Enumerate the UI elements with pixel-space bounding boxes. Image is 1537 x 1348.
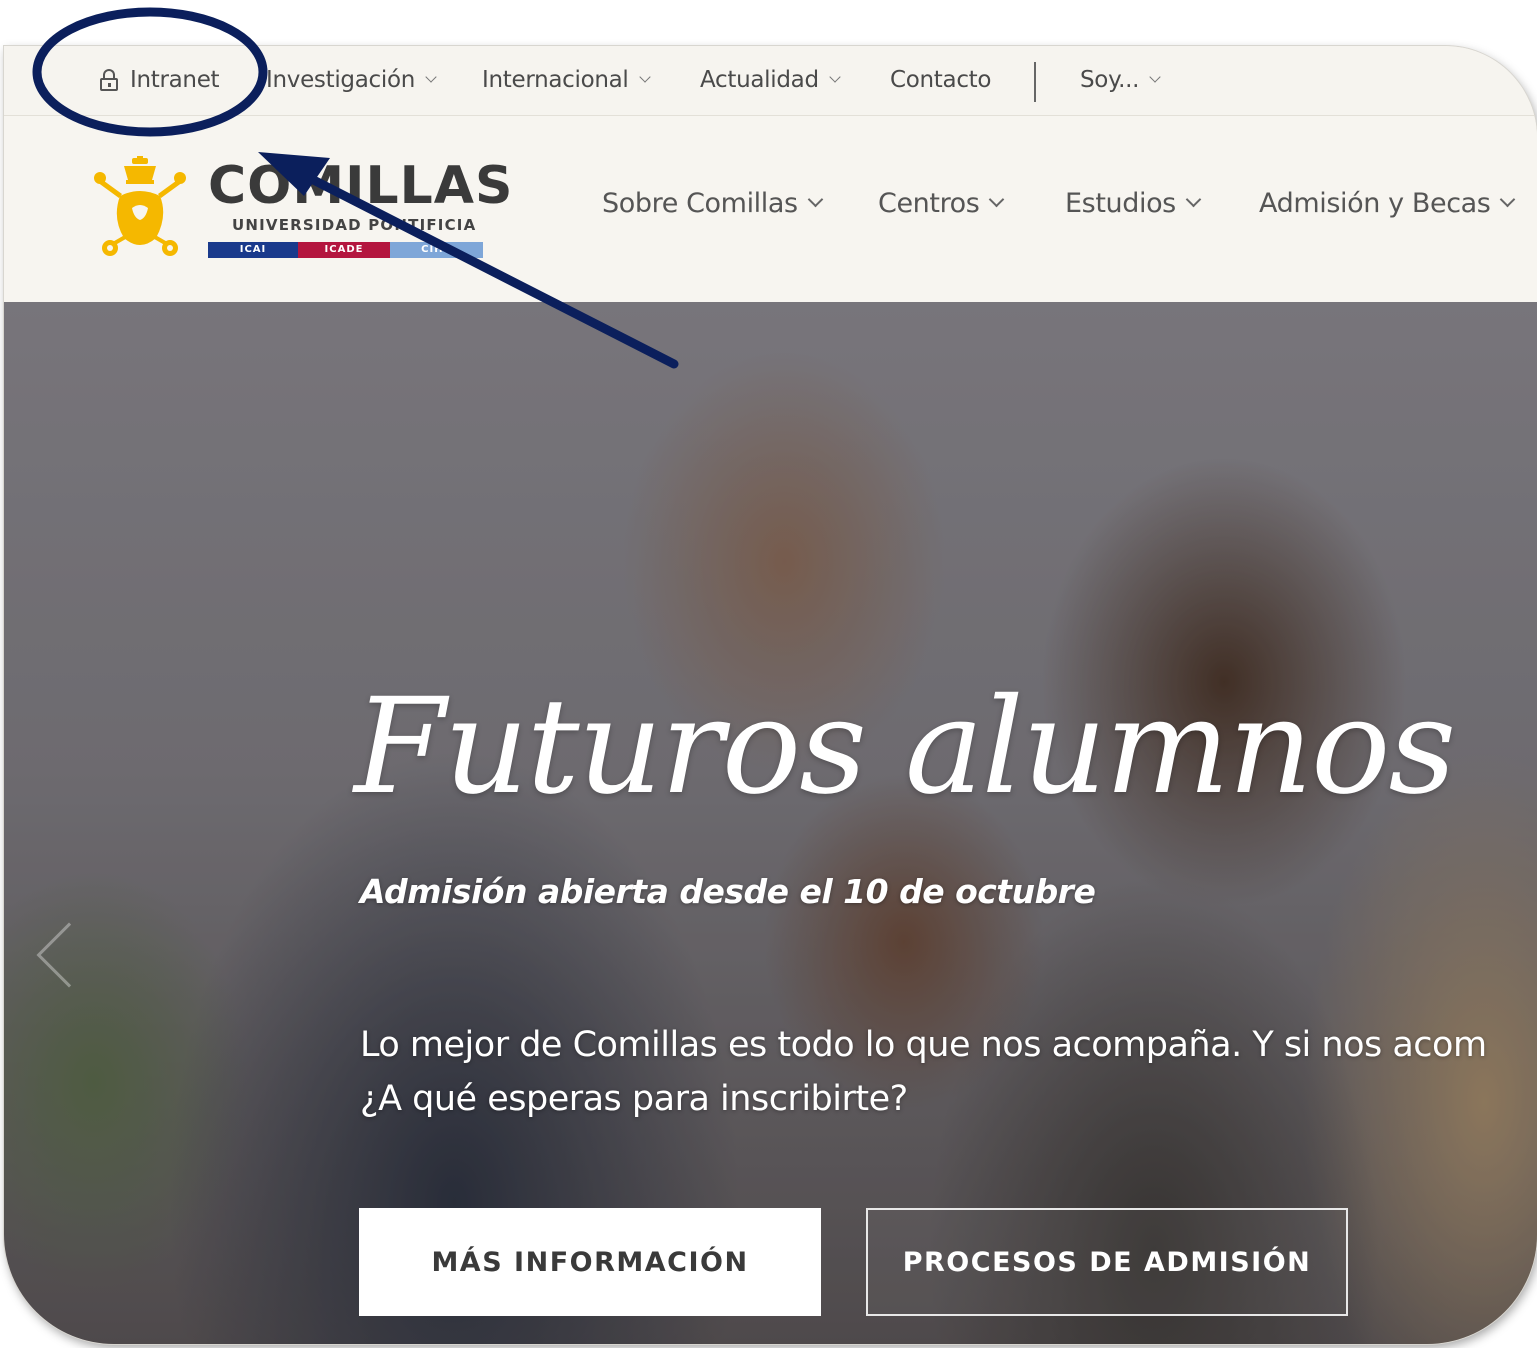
internacional-label: Internacional: [482, 67, 629, 93]
hero-subtitle: Admisión abierta desde el 10 de octubre: [360, 872, 1096, 911]
comillas-logo[interactable]: COMILLAS UNIVERSIDAD PONTIFICIA ICAI ICA…: [90, 156, 512, 266]
hero-title: Futuros alumnos: [354, 670, 1456, 824]
nav-estudios[interactable]: Estudios: [1065, 188, 1202, 219]
logo-bar-cihs: CIHS: [390, 242, 483, 258]
contacto-label: Contacto: [890, 67, 992, 93]
logo-wordmark: COMILLAS: [208, 156, 514, 216]
contacto-link[interactable]: Contacto: [890, 64, 991, 96]
chevron-down-icon: [1500, 191, 1516, 208]
nav-sobre-comillas[interactable]: Sobre Comillas: [602, 188, 823, 219]
chevron-down-icon: [1149, 71, 1161, 83]
nav-admision-becas[interactable]: Admisión y Becas: [1259, 188, 1516, 219]
hero-body: Lo mejor de Comillas es todo lo que nos …: [360, 1018, 1537, 1126]
intranet-link[interactable]: Intranet: [100, 64, 220, 96]
logo-school-bars: ICAI ICADE CIHS: [208, 242, 483, 258]
nav-centros[interactable]: Centros: [878, 188, 1005, 219]
hero-body-line: ¿A qué esperas para inscribirte?: [360, 1079, 908, 1119]
chevron-down-icon: [1185, 191, 1202, 208]
crest-icon: [94, 156, 186, 256]
intranet-label: Intranet: [130, 67, 220, 93]
soy-label: Soy...: [1080, 67, 1140, 93]
nav-label: Estudios: [1065, 188, 1176, 219]
chevron-down-icon: [829, 71, 841, 83]
chevron-down-icon: [638, 71, 651, 83]
chevron-down-icon: [425, 71, 437, 83]
lock-icon: [100, 69, 118, 91]
internacional-menu[interactable]: Internacional: [482, 64, 651, 96]
logo-bar-icai: ICAI: [208, 242, 298, 258]
logo-bar-icade: ICADE: [298, 242, 390, 258]
browser-viewport: Intranet Investigación Internacional Act…: [4, 46, 1537, 1344]
mas-informacion-button[interactable]: MÁS INFORMACIÓN: [359, 1208, 821, 1316]
hero-banner: Futuros alumnos Admisión abierta desde e…: [4, 302, 1537, 1344]
actualidad-menu[interactable]: Actualidad: [700, 64, 841, 96]
utility-bar: Intranet Investigación Internacional Act…: [4, 46, 1537, 116]
logo-subtitle: UNIVERSIDAD PONTIFICIA: [232, 216, 477, 234]
chevron-down-icon: [989, 191, 1005, 208]
investigacion-menu[interactable]: Investigación: [266, 64, 437, 96]
nav-label: Centros: [878, 188, 980, 219]
actualidad-label: Actualidad: [700, 67, 819, 93]
chevron-down-icon: [807, 191, 823, 208]
nav-label: Sobre Comillas: [602, 188, 798, 219]
soy-menu[interactable]: Soy...: [1080, 64, 1161, 96]
nav-label: Admisión y Becas: [1259, 188, 1491, 219]
procesos-admision-button[interactable]: PROCESOS DE ADMISIÓN: [866, 1208, 1348, 1316]
investigacion-label: Investigación: [266, 67, 415, 93]
main-header: COMILLAS UNIVERSIDAD PONTIFICIA ICAI ICA…: [4, 116, 1537, 301]
topbar-divider: [1034, 62, 1036, 102]
hero-body-line: Lo mejor de Comillas es todo lo que nos …: [360, 1025, 1487, 1065]
